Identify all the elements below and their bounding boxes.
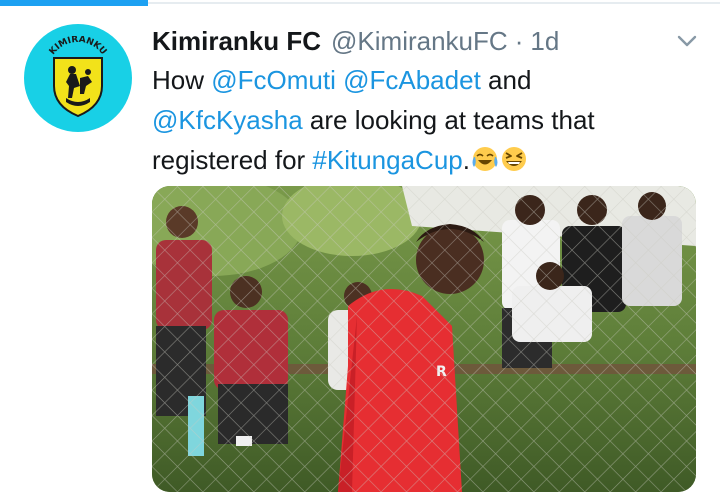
- club-logo: KIMIRANKU: [48, 36, 108, 118]
- tweet-text-segment: are looking at teams that: [302, 105, 595, 135]
- hashtag-link[interactable]: #KitungaCup: [312, 145, 462, 175]
- chevron-down-icon[interactable]: [674, 28, 700, 54]
- tweet-timestamp[interactable]: 1d: [530, 26, 559, 57]
- mention-link[interactable]: @FcOmuti: [211, 65, 336, 95]
- tweet-text-segment: .: [462, 145, 470, 175]
- tweet-text-segment: registered for: [152, 145, 313, 175]
- tweet-header: Kimiranku FC @KimirankuFC · 1d: [152, 24, 559, 58]
- tweet-text-segment: and: [480, 65, 532, 95]
- tweet-text-segment: How: [152, 65, 212, 95]
- top-accent-bar: [0, 0, 148, 6]
- mention-link[interactable]: @FcAbadet: [343, 65, 481, 95]
- tweet-text: How @FcOmuti @FcAbadet and @KfcKyasha ar…: [152, 60, 692, 180]
- tweet-photo[interactable]: R: [152, 186, 696, 492]
- avatar[interactable]: KIMIRANKU: [24, 24, 132, 132]
- grinning-squinting-face-icon: [501, 147, 526, 171]
- photo-illustration: R: [152, 186, 696, 492]
- logo-text: KIMIRANKU: [48, 36, 108, 57]
- mention-link[interactable]: @KfcKyasha: [152, 105, 303, 135]
- user-handle[interactable]: @KimirankuFC: [331, 26, 508, 57]
- display-name[interactable]: Kimiranku FC: [152, 26, 321, 57]
- separator-dot: ·: [514, 25, 524, 56]
- face-with-tears-of-joy-icon: [472, 147, 498, 171]
- top-divider: [148, 2, 720, 4]
